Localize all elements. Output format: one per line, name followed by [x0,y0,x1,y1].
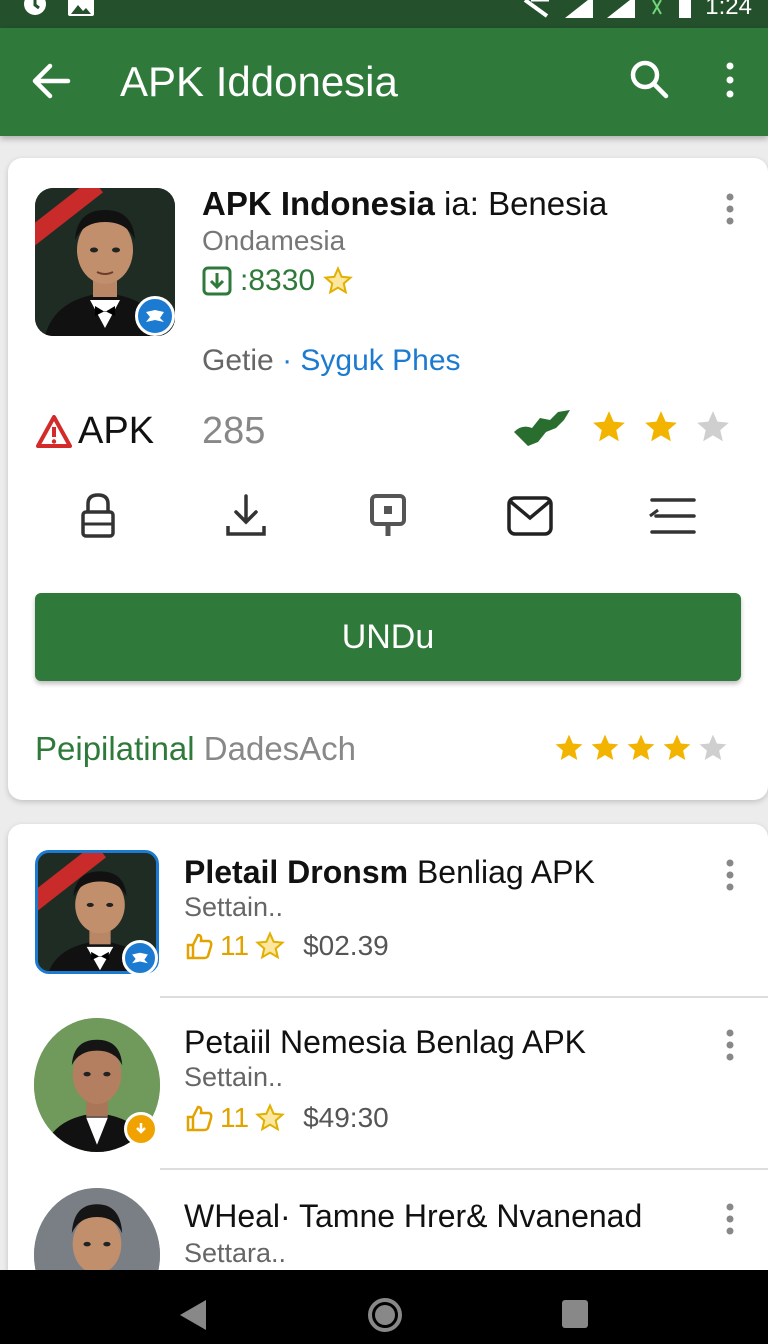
star-icon [663,734,691,760]
verified-badge-icon [135,296,175,336]
footer-subtext: DadesAch [203,730,357,767]
app-title: APK Indonesia [202,185,435,222]
apk-label: APK [78,410,155,452]
list-divider [160,1168,768,1170]
star-empty-icon [699,734,727,760]
star-icon [591,734,619,760]
thumbs-up-icon [186,933,213,960]
rating-stars [590,408,732,446]
star-icon [593,411,625,442]
nav-back-icon[interactable] [176,1298,210,1332]
download-icon[interactable] [224,492,268,540]
indonesia-map-icon [514,410,570,446]
list-item-price: $49:30 [303,1102,389,1133]
list-icon[interactable] [648,496,698,538]
image-icon [68,0,94,16]
app-title-suffix: ia: Benesia [444,185,608,222]
list-item-subtitle: Settara.. [184,1238,287,1268]
battery-icon [679,0,692,18]
list-item-title-suffix: Benliag APK [416,854,595,890]
search-icon[interactable] [628,58,670,100]
lock-icon[interactable] [78,492,118,540]
star-icon [627,734,655,760]
data-icon [652,0,663,15]
star-icon [645,411,677,442]
list-item-rating: 11 [220,1102,250,1133]
nav-home-icon[interactable] [366,1296,404,1334]
cast-icon [524,0,550,18]
star-outline-icon [255,1103,285,1132]
list-item-menu-icon[interactable] [723,1202,737,1236]
review-count: 285 [202,410,266,452]
alarm-icon [24,0,46,15]
signal-icon [565,0,594,18]
download-count: :8330 [240,264,316,297]
list-item-price: $02.39 [303,930,389,961]
list-item-menu-icon[interactable] [723,1028,737,1062]
overflow-menu-icon[interactable] [712,58,748,102]
list-item-subtitle: Settain.. [184,1062,284,1092]
list-item-rating: 11 [220,930,250,961]
signal-icon [607,0,636,18]
list-item-subtitle: Settain.. [184,892,284,922]
warning-icon [36,414,72,448]
thumbs-up-icon [186,1105,213,1132]
list-item-menu-icon[interactable] [723,858,737,892]
app-list: Pletail Dronsm Benliag APK Settain.. 11 … [8,824,768,1322]
update-badge-icon [124,1112,158,1146]
star-half-icon [697,411,729,442]
separator: · [282,344,293,377]
page-title: APK Iddonesia [120,58,398,105]
featured-app-card[interactable]: APK Indonesia ia: Benesia Ondamesia :833… [8,158,768,800]
download-count-icon [202,266,232,296]
nav-recents-icon[interactable] [560,1298,590,1330]
star-icon [555,734,583,760]
footer-category[interactable]: Peipilatinal [35,730,195,767]
app-bar: APK Iddonesia [0,28,768,136]
verified-badge-icon [122,940,158,976]
status-bar: 1:24 [0,0,768,28]
footer-rating-stars [553,732,729,764]
category-label: Getie [202,344,274,377]
star-outline-icon [255,931,285,960]
publisher-link[interactable]: Syguk Phes [300,344,460,377]
card-menu-icon[interactable] [723,192,737,226]
clock: 1:24 [705,0,752,20]
back-arrow-icon[interactable] [30,60,72,102]
list-item-title: Petaiil Nemesia Benlag APK [184,1024,586,1060]
list-divider [160,996,768,998]
install-button[interactable]: UNDu [35,593,741,681]
list-item-title: Pletail Dronsm [184,854,409,890]
system-nav-bar [0,1270,768,1344]
star-outline-icon [323,266,353,295]
pin-icon[interactable] [368,492,408,540]
developer-name: Ondamesia [202,225,346,256]
mail-icon[interactable] [506,492,554,540]
list-item-title: WHeal· Tamne Hrer& Nvanenad [184,1198,643,1234]
